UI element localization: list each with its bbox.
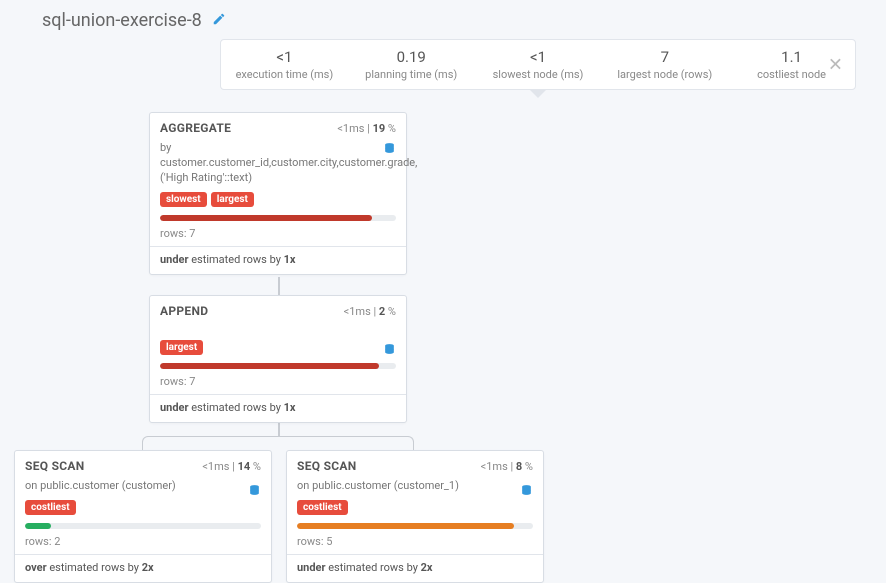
stat-value: 0.19 (358, 48, 465, 66)
database-icon[interactable] (520, 483, 533, 503)
plan-canvas: AGGREGATE <1ms | 19 % by customer.custom… (0, 90, 886, 570)
node-description (150, 324, 406, 340)
rows-count: rows: 2 (15, 535, 271, 554)
estimate-mid: estimated rows by (189, 401, 284, 414)
stat-slowest-node: <1 slowest node (ms) (475, 48, 602, 81)
stat-value: <1 (231, 48, 338, 66)
node-time: <1 (202, 460, 214, 473)
node-time: <1 (337, 122, 349, 135)
close-icon[interactable]: ✕ (828, 54, 843, 75)
tag-costliest: costliest (25, 500, 76, 515)
node-description: on public.customer (customer_1) (287, 479, 543, 500)
node-desc-text: on public.customer (customer) (25, 479, 176, 492)
estimate-mult: 1x (284, 401, 296, 414)
estimate-prefix: under (160, 401, 189, 414)
node-tags: costliest (287, 500, 543, 523)
estimate-mult: 1x (284, 253, 296, 266)
node-pct: 2 (379, 305, 385, 318)
connector-line (278, 423, 280, 437)
node-description: by customer.customer_id,customer.city,cu… (150, 141, 406, 192)
node-title: SEQ SCAN (297, 459, 357, 473)
node-time: <1 (481, 460, 493, 473)
connector-line (142, 436, 414, 450)
stat-value: <1 (485, 48, 592, 66)
node-aggregate[interactable]: AGGREGATE <1ms | 19 % by customer.custom… (149, 112, 407, 275)
estimate-mult: 2x (142, 561, 154, 574)
progress-bar-fill (297, 523, 514, 529)
tag-costliest: costliest (297, 500, 348, 515)
node-append[interactable]: APPEND <1ms | 2 % largest rows: 7 under … (149, 295, 407, 423)
stat-planning-time: 0.19 planning time (ms) (348, 48, 475, 81)
rows-count: rows: 7 (150, 375, 406, 394)
stat-value: 7 (611, 48, 718, 66)
estimate-line: under estimated rows by 1x (150, 395, 406, 422)
page-title: sql-union-exercise-8 (42, 10, 202, 31)
estimate-line: under estimated rows by 2x (287, 555, 543, 582)
progress-bar (25, 523, 261, 529)
node-desc-text: on public.customer (customer_1) (297, 479, 459, 492)
stat-largest-node: 7 largest node (rows) (601, 48, 728, 81)
stat-label: execution time (ms) (231, 68, 338, 81)
node-pct: 8 (516, 460, 522, 473)
progress-bar-fill (25, 523, 51, 529)
estimate-prefix: over (25, 561, 47, 574)
stat-label: slowest node (ms) (485, 68, 592, 81)
connector-line (278, 277, 280, 295)
node-time: <1 (344, 305, 356, 318)
node-meta: <1ms | 2 % (344, 305, 396, 318)
estimate-prefix: under (160, 253, 189, 266)
estimate-prefix: under (297, 561, 326, 574)
estimate-mid: estimated rows by (47, 561, 142, 574)
estimate-mid: estimated rows by (189, 253, 284, 266)
node-tags: slowest largest (150, 192, 406, 215)
node-header: APPEND <1ms | 2 % (150, 296, 406, 324)
node-desc-text: by customer.customer_id,customer.city,cu… (160, 141, 417, 184)
progress-bar-fill (160, 215, 372, 221)
node-seq-scan-2[interactable]: SEQ SCAN <1ms | 8 % on public.customer (… (286, 450, 544, 583)
progress-bar (297, 523, 533, 529)
node-title: APPEND (160, 304, 208, 318)
estimate-mult: 2x (421, 561, 433, 574)
edit-icon[interactable] (212, 12, 226, 30)
page-header: sql-union-exercise-8 (0, 0, 886, 39)
estimate-mid: estimated rows by (326, 561, 421, 574)
progress-bar (160, 215, 396, 221)
tag-largest: largest (211, 192, 254, 207)
node-description: on public.customer (customer) (15, 479, 271, 500)
node-meta: <1ms | 14 % (202, 460, 261, 473)
node-seq-scan-1[interactable]: SEQ SCAN <1ms | 14 % on public.customer … (14, 450, 272, 583)
node-tags: largest (150, 340, 406, 363)
database-icon[interactable] (383, 342, 396, 362)
rows-count: rows: 7 (150, 227, 406, 246)
stat-execution-time: <1 execution time (ms) (221, 48, 348, 81)
node-header: SEQ SCAN <1ms | 8 % (287, 451, 543, 479)
node-header: AGGREGATE <1ms | 19 % (150, 113, 406, 141)
progress-bar (160, 363, 396, 369)
rows-count: rows: 5 (287, 535, 543, 554)
node-meta: <1ms | 8 % (481, 460, 533, 473)
node-header: SEQ SCAN <1ms | 14 % (15, 451, 271, 479)
database-icon[interactable] (383, 141, 396, 161)
node-meta: <1ms | 19 % (337, 122, 396, 135)
node-title: SEQ SCAN (25, 459, 85, 473)
node-pct: 19 (373, 122, 386, 135)
database-icon[interactable] (248, 483, 261, 503)
node-pct: 14 (238, 460, 251, 473)
progress-bar-fill (160, 363, 379, 369)
tag-largest: largest (160, 340, 203, 355)
estimate-line: under estimated rows by 1x (150, 247, 406, 274)
estimate-line: over estimated rows by 2x (15, 555, 271, 582)
node-title: AGGREGATE (160, 121, 231, 135)
tag-slowest: slowest (160, 192, 207, 207)
node-tags: costliest (15, 500, 271, 523)
stat-label: planning time (ms) (358, 68, 465, 81)
stats-bar: <1 execution time (ms) 0.19 planning tim… (220, 39, 856, 90)
stat-label: largest node (rows) (611, 68, 718, 81)
